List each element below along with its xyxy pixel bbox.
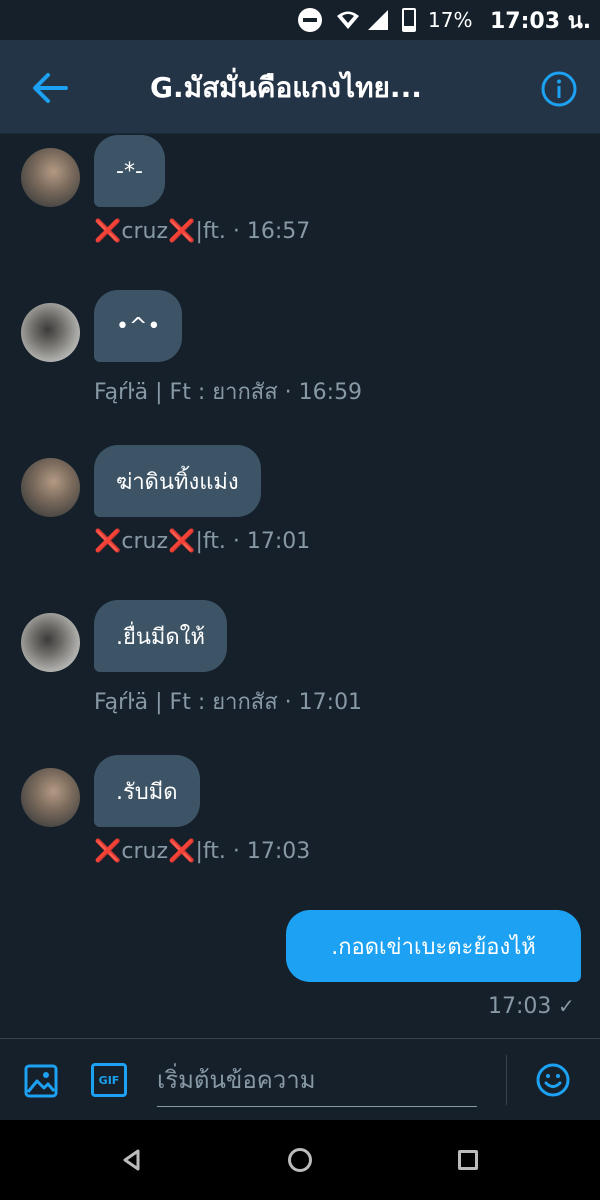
info-icon bbox=[541, 71, 577, 107]
sender-rest: |ft. bbox=[195, 219, 226, 244]
message-bubble[interactable]: .ยื่นมีดให้ bbox=[94, 600, 227, 672]
sender-name: cruz bbox=[121, 839, 169, 864]
nav-recents-button[interactable] bbox=[458, 1150, 478, 1170]
avatar[interactable] bbox=[21, 613, 80, 672]
message-bubble[interactable]: ฆ่าดินทิ้งแม่ง bbox=[94, 445, 261, 517]
message-time: · 17:01 bbox=[232, 529, 311, 554]
status-bar: 17% 17:03 น. bbox=[0, 0, 600, 40]
gif-button[interactable]: GIF bbox=[91, 1063, 127, 1097]
divider bbox=[506, 1055, 507, 1105]
triangle-back-icon bbox=[123, 1149, 140, 1171]
message-time: · 16:59 bbox=[284, 380, 363, 405]
message-meta: ❌cruz❌|ft. · 16:57 bbox=[94, 219, 310, 244]
message-meta: ❌cruz❌|ft. · 17:01 bbox=[94, 529, 310, 554]
x-mark: ❌ bbox=[94, 839, 122, 864]
back-button[interactable] bbox=[28, 70, 72, 106]
sender-rest: |ft. bbox=[195, 529, 226, 554]
image-icon bbox=[24, 1064, 58, 1098]
sender-name: cruz bbox=[121, 219, 169, 244]
avatar[interactable] bbox=[21, 768, 80, 827]
conversation-header: G.มัสมั่นคือแกงไทย... bbox=[0, 40, 600, 134]
message-bubble[interactable]: -*- bbox=[94, 135, 165, 207]
x-mark: ❌ bbox=[168, 839, 196, 864]
avatar[interactable] bbox=[21, 303, 80, 362]
avatar[interactable] bbox=[21, 458, 80, 517]
message-meta: Fąŕŀä | Ft : ยากสัส · 16:59 bbox=[94, 374, 362, 409]
nav-back-button[interactable] bbox=[120, 1148, 144, 1172]
sender-name: Fąŕŀä | Ft : ยากสัส bbox=[94, 690, 278, 715]
do-not-disturb-icon bbox=[298, 0, 324, 40]
sent-message-bubble[interactable]: .กอดเข่าเบะตะย้องไห้ bbox=[286, 910, 581, 982]
x-mark: ❌ bbox=[94, 219, 122, 244]
check-icon: ✓ bbox=[558, 994, 575, 1018]
message-time: · 16:57 bbox=[232, 219, 311, 244]
sender-name: Fąŕŀä | Ft : ยากสัส bbox=[94, 380, 278, 405]
sent-message-time: 17:03 bbox=[488, 994, 552, 1019]
wifi-icon bbox=[336, 0, 362, 40]
message-time: · 17:03 bbox=[232, 839, 311, 864]
info-button[interactable] bbox=[541, 71, 577, 107]
message-time: · 17:01 bbox=[284, 690, 363, 715]
x-mark: ❌ bbox=[94, 529, 122, 554]
smile-icon bbox=[536, 1063, 570, 1097]
battery-icon bbox=[402, 0, 420, 40]
composer-bar: GIF bbox=[0, 1038, 600, 1120]
x-mark: ❌ bbox=[168, 529, 196, 554]
sender-rest: |ft. bbox=[195, 839, 226, 864]
nav-home-button[interactable] bbox=[288, 1148, 312, 1172]
clock: 17:03 น. bbox=[490, 8, 592, 34]
system-navigation-bar bbox=[0, 1120, 600, 1200]
message-meta: ❌cruz❌|ft. · 17:03 bbox=[94, 839, 310, 864]
battery-percent: 17% bbox=[428, 8, 473, 32]
x-mark: ❌ bbox=[168, 219, 196, 244]
signal-icon bbox=[366, 0, 392, 40]
add-media-button[interactable] bbox=[24, 1064, 58, 1098]
emoji-button[interactable] bbox=[536, 1063, 570, 1097]
message-input[interactable] bbox=[157, 1053, 477, 1107]
message-bubble[interactable]: •^• bbox=[94, 290, 183, 362]
arrow-left-icon bbox=[33, 73, 68, 103]
message-meta: Fąŕŀä | Ft : ยากสัส · 17:01 bbox=[94, 684, 362, 719]
conversation-title[interactable]: G.มัสมั่นคือแกงไทย... bbox=[150, 66, 480, 110]
message-bubble[interactable]: .รับมีด bbox=[94, 755, 200, 827]
avatar[interactable] bbox=[21, 148, 80, 207]
sender-name: cruz bbox=[121, 529, 169, 554]
